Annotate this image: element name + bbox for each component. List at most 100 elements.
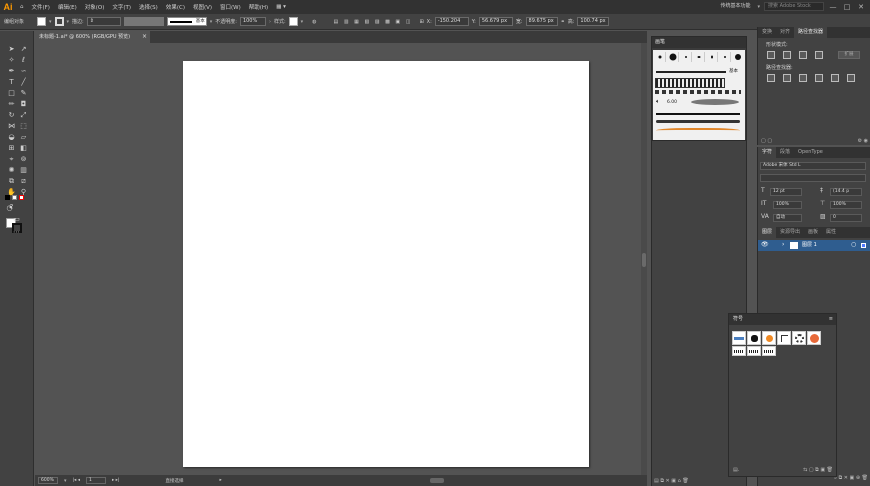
blend-tool-icon[interactable]: ⊚ (19, 155, 28, 164)
symbol-gear-badge[interactable] (792, 331, 806, 345)
crop-icon[interactable] (815, 74, 823, 82)
leading-input[interactable]: (14.4 p (830, 188, 862, 196)
stock-search-input[interactable]: 搜索 Adobe Stock (764, 2, 824, 11)
more-tools-icon[interactable]: ⋯ (12, 228, 21, 237)
brush-dot-5[interactable] (706, 52, 718, 62)
reference-point-icon[interactable]: ⊞ (419, 19, 423, 25)
perspective-grid-tool-icon[interactable]: ▱ (19, 133, 28, 142)
menu-edit[interactable]: 编辑(E) (54, 3, 81, 11)
brush-dot-4[interactable] (693, 52, 705, 62)
brush-dropdown-icon[interactable]: ▾ (210, 19, 213, 25)
menu-select[interactable]: 选择(S) (135, 3, 162, 11)
y-position-input[interactable]: 56.679 px (478, 17, 513, 26)
calligraphic-brush-stroke[interactable] (691, 99, 739, 105)
gradient-mode-swatch[interactable] (12, 195, 17, 200)
tab-layers[interactable]: 图层 (758, 227, 777, 238)
status-menu-arrow-icon[interactable]: ▸ (219, 478, 221, 483)
line-tool-icon[interactable]: ╱ (19, 78, 28, 87)
curvature-tool-icon[interactable]: ∽ (19, 67, 28, 76)
brush-dot-3[interactable] (680, 52, 692, 62)
tracking-input[interactable]: 0 (830, 214, 862, 222)
next-artboard-icon[interactable]: ▸ ▸| (112, 478, 119, 483)
visibility-eye-icon[interactable]: 👁︎ (761, 241, 769, 248)
kerning-input[interactable]: 自动 (773, 214, 802, 222)
target-icon[interactable]: ○ (851, 241, 856, 248)
vertical-scale-input[interactable]: 100% (773, 201, 802, 209)
artboard[interactable] (183, 61, 589, 467)
document-tab[interactable]: 未标题-1.ai* @ 600% (RGB/GPU 预览) × (35, 31, 150, 43)
symbol-library-icon[interactable]: ▤. (733, 467, 739, 473)
maximize-button[interactable]: □ (842, 3, 852, 11)
brush-dot-7[interactable] (732, 52, 744, 62)
symbol-orange-flower[interactable] (762, 331, 776, 345)
unite-icon[interactable] (767, 51, 775, 59)
none-mode-swatch[interactable] (19, 195, 24, 200)
zoom-level-input[interactable]: 600% (38, 477, 58, 484)
direct-selection-tool-icon[interactable]: ↗ (19, 45, 28, 54)
rotate-tool-icon[interactable]: ↻ (7, 111, 16, 120)
pattern-brush-row[interactable] (655, 78, 725, 88)
font-style-select[interactable] (760, 174, 866, 182)
fill-swatch[interactable] (37, 17, 47, 26)
scale-tool-icon[interactable]: ⤢ (19, 111, 28, 120)
exclude-icon[interactable] (815, 51, 823, 59)
art-brush-stroke-1[interactable] (656, 113, 740, 115)
width-input[interactable]: 89.675 px (525, 17, 558, 26)
font-family-select[interactable]: Adobe 宋体 Std L (760, 162, 866, 170)
opacity-arrow-icon[interactable]: › (269, 19, 271, 25)
settings-icon[interactable]: ⚙ ◉ (858, 138, 868, 144)
mesh-tool-icon[interactable]: ⊞ (7, 144, 16, 153)
close-tab-icon[interactable]: × (142, 31, 147, 43)
opacity-input[interactable]: 100% (239, 17, 266, 26)
divide-icon[interactable] (767, 74, 775, 82)
font-size-input[interactable]: 12 pt (770, 188, 802, 196)
tab-character[interactable]: 字符 (758, 147, 777, 158)
rectangle-tool-icon[interactable]: □ (7, 89, 16, 98)
brush-dot-2[interactable] (667, 52, 679, 62)
tab-transform[interactable]: 变换 (758, 27, 776, 38)
minimize-button[interactable]: — (828, 3, 838, 11)
lasso-tool-icon[interactable]: ℓ (19, 56, 28, 65)
menu-type[interactable]: 文字(T) (108, 3, 135, 11)
pencil-tool-icon[interactable]: ✏ (7, 100, 16, 109)
minus-front-icon[interactable] (783, 51, 791, 59)
expand-button[interactable]: 扩展 (838, 51, 860, 59)
brush-row-dashes[interactable] (655, 90, 741, 94)
tab-properties[interactable]: 属性 (822, 227, 840, 238)
tab-align[interactable]: 对齐 (776, 27, 794, 38)
free-transform-tool-icon[interactable]: ⬚ (19, 122, 28, 131)
home-icon[interactable]: ⌂ (16, 4, 28, 10)
art-brush-stroke-2[interactable] (656, 120, 740, 123)
stroke-weight-stepper[interactable]: ⇕ (86, 17, 121, 26)
zoom-dropdown-icon[interactable]: ▾ (64, 478, 67, 484)
intersect-icon[interactable] (799, 51, 807, 59)
tab-artboards[interactable]: 画板 (804, 227, 822, 238)
x-position-input[interactable]: -150.204 (434, 17, 469, 26)
tab-opentype[interactable]: OpenType (794, 147, 827, 158)
type-tool-icon[interactable]: T (7, 78, 16, 87)
brush-definition-preview[interactable]: 基本 (166, 17, 207, 26)
menu-file[interactable]: 文件(F) (28, 3, 54, 11)
selection-tool-icon[interactable]: ➤ (7, 45, 16, 54)
scrollbar-thumb[interactable] (642, 253, 646, 267)
workspace-switcher[interactable]: 传统基本功能 (717, 2, 753, 11)
menu-effect[interactable]: 效果(C) (162, 3, 189, 11)
stroke-dropdown-icon[interactable]: ▾ (67, 19, 70, 25)
close-button[interactable]: ✕ (856, 3, 866, 11)
variable-width-profile[interactable] (123, 17, 164, 26)
brush-dot-6[interactable] (719, 52, 731, 62)
symbol-orange-burst[interactable] (807, 331, 821, 345)
pen-tool-icon[interactable]: ✒ (7, 67, 16, 76)
style-dropdown-icon[interactable]: ▾ (301, 19, 304, 25)
gradient-tool-icon[interactable]: ◧ (19, 144, 28, 153)
menu-help[interactable]: 帮助(H) (245, 3, 272, 11)
tab-paragraph[interactable]: 段落 (776, 147, 794, 158)
panel-menu-icon[interactable]: ▢ ▢ (761, 138, 772, 144)
link-icon[interactable]: ⚭ (561, 19, 565, 25)
magic-wand-tool-icon[interactable]: ✧ (7, 56, 16, 65)
symbol-ink-splatter[interactable] (747, 331, 761, 345)
arrange-documents-icon[interactable]: ▦ ▾ (272, 4, 290, 10)
tab-pathfinder[interactable]: 路径查找器 (794, 27, 828, 38)
draw-inside-icon[interactable]: ◔ (5, 204, 14, 213)
chevron-down-icon[interactable]: ▾ (757, 4, 760, 10)
